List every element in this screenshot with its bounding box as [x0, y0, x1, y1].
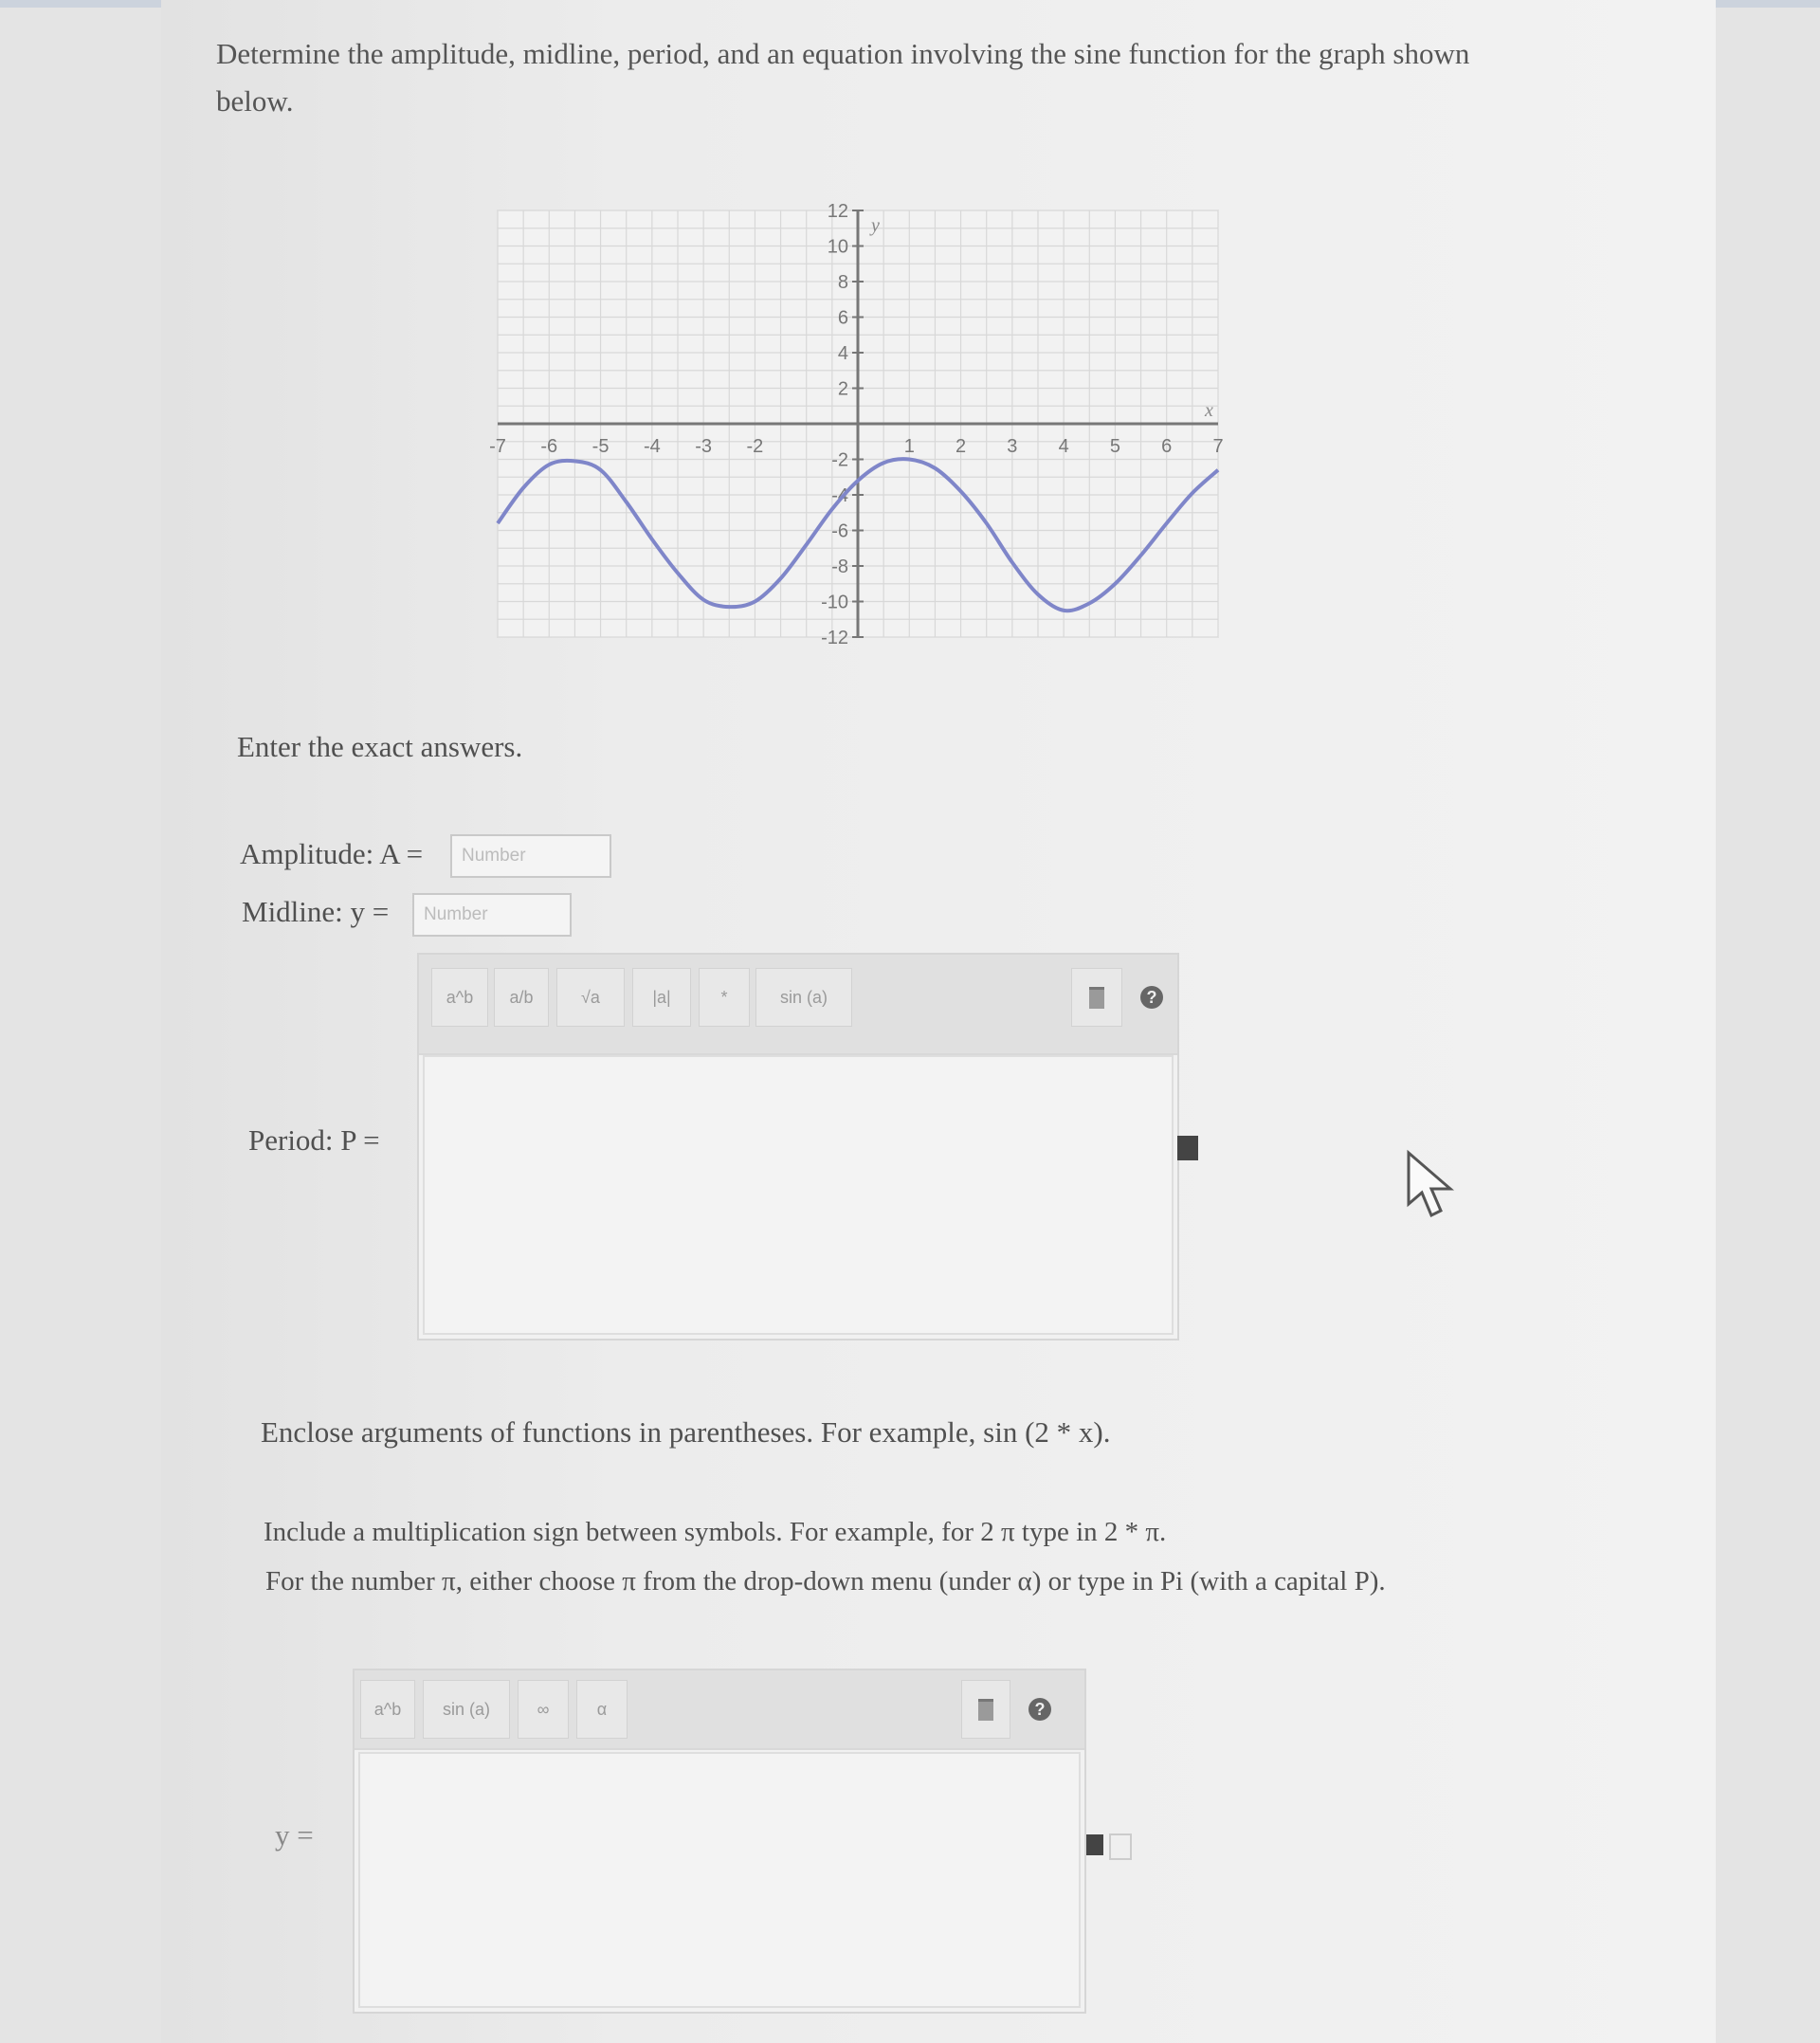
x-tick-label: 3	[1007, 436, 1017, 457]
trash-icon	[978, 1698, 993, 1721]
sin-button[interactable]: sin (a)	[423, 1680, 510, 1739]
x-tick-label: 1	[904, 436, 915, 457]
y-axis-label: y	[869, 215, 880, 236]
help-icon: ?	[1028, 1698, 1051, 1721]
equation-editor[interactable]: a^b sin (a) ∞ α ?	[353, 1669, 1086, 2014]
x-tick-label: 6	[1161, 436, 1172, 457]
y-tick-label: -4	[831, 485, 848, 506]
x-tick-label: -5	[592, 436, 610, 457]
x-tick-label: -2	[747, 436, 764, 457]
period-toolbar: a^b a/b √a |a| * sin (a) ?	[419, 955, 1177, 1055]
sin-button[interactable]: sin (a)	[755, 968, 852, 1027]
y-tick-label: 4	[838, 343, 848, 364]
abs-button[interactable]: |a|	[632, 968, 691, 1027]
y-tick-label: -10	[821, 593, 848, 613]
mult-sign-instruction: Include a multiplication sign between sy…	[264, 1517, 1167, 1547]
trash-button[interactable]	[1071, 968, 1122, 1027]
alpha-dropdown-button[interactable]: α	[576, 1680, 628, 1739]
sqrt-button[interactable]: √a	[556, 968, 625, 1027]
x-tick-label: 7	[1212, 436, 1223, 457]
preview-icon[interactable]	[1177, 1136, 1198, 1160]
infinity-button[interactable]: ∞	[518, 1680, 569, 1739]
period-label: Period: P =	[248, 1123, 380, 1157]
pi-note-instruction: For the number π, either choose π from t…	[265, 1566, 1386, 1596]
sine-graph: -7 -6 -5 -4 -3 -2 1 2 3 4 5 6 7 12 10 8 6 4 2 -2 -4 -6 -8 -10 -1…	[488, 199, 1228, 659]
midline-input[interactable]: Number	[412, 893, 572, 937]
x-axis-label: x	[1204, 400, 1213, 421]
multiply-button[interactable]: *	[699, 968, 750, 1027]
trash-icon	[1089, 986, 1104, 1009]
y-tick-label: -2	[831, 450, 848, 471]
y-tick-label: 2	[838, 379, 848, 400]
preview-icon[interactable]	[1086, 1834, 1103, 1855]
question-text: Determine the amplitude, midline, period…	[216, 37, 1470, 118]
mouse-cursor-icon	[1403, 1147, 1469, 1228]
x-tick-label: -6	[540, 436, 557, 457]
x-tick-label: -3	[695, 436, 712, 457]
y-tick-label: 6	[838, 308, 848, 329]
copy-icon[interactable]	[1109, 1833, 1132, 1860]
enclose-args-instruction: Enclose arguments of functions in parent…	[261, 1415, 1111, 1449]
x-tick-label: -4	[644, 436, 661, 457]
midline-label: Midline: y =	[242, 895, 390, 928]
x-tick-label: 5	[1110, 436, 1120, 457]
y-tick-label: 12	[828, 201, 848, 222]
y-tick-label: 10	[828, 237, 848, 258]
power-button[interactable]: a^b	[360, 1680, 415, 1739]
y-tick-label: -12	[821, 628, 848, 648]
amplitude-label: Amplitude: A =	[240, 837, 424, 870]
enter-exact-instruction: Enter the exact answers.	[237, 730, 523, 763]
y-tick-label: -8	[831, 556, 848, 577]
help-button[interactable]: ?	[1016, 1680, 1064, 1739]
help-icon: ?	[1140, 986, 1163, 1009]
period-input-area[interactable]	[423, 1055, 1174, 1335]
period-editor[interactable]: a^b a/b √a |a| * sin (a) ?	[417, 953, 1179, 1341]
y-tick-label: -6	[831, 521, 848, 542]
x-tick-label: 2	[956, 436, 966, 457]
trash-button[interactable]	[961, 1680, 1010, 1739]
equation-toolbar: a^b sin (a) ∞ α ?	[355, 1670, 1084, 1750]
x-tick-label: -7	[489, 436, 506, 457]
amplitude-input[interactable]: Number	[450, 834, 611, 878]
graph-svg: -7 -6 -5 -4 -3 -2 1 2 3 4 5 6 712108642-2-4-6-8-10-1…	[489, 201, 1223, 648]
fraction-button[interactable]: a/b	[494, 968, 549, 1027]
help-button[interactable]: ?	[1128, 968, 1175, 1027]
equation-label: y =	[275, 1818, 314, 1851]
x-tick-label: 4	[1059, 436, 1069, 457]
power-button[interactable]: a^b	[431, 968, 488, 1027]
equation-input-area[interactable]	[358, 1752, 1081, 2008]
y-tick-label: 8	[838, 272, 848, 293]
